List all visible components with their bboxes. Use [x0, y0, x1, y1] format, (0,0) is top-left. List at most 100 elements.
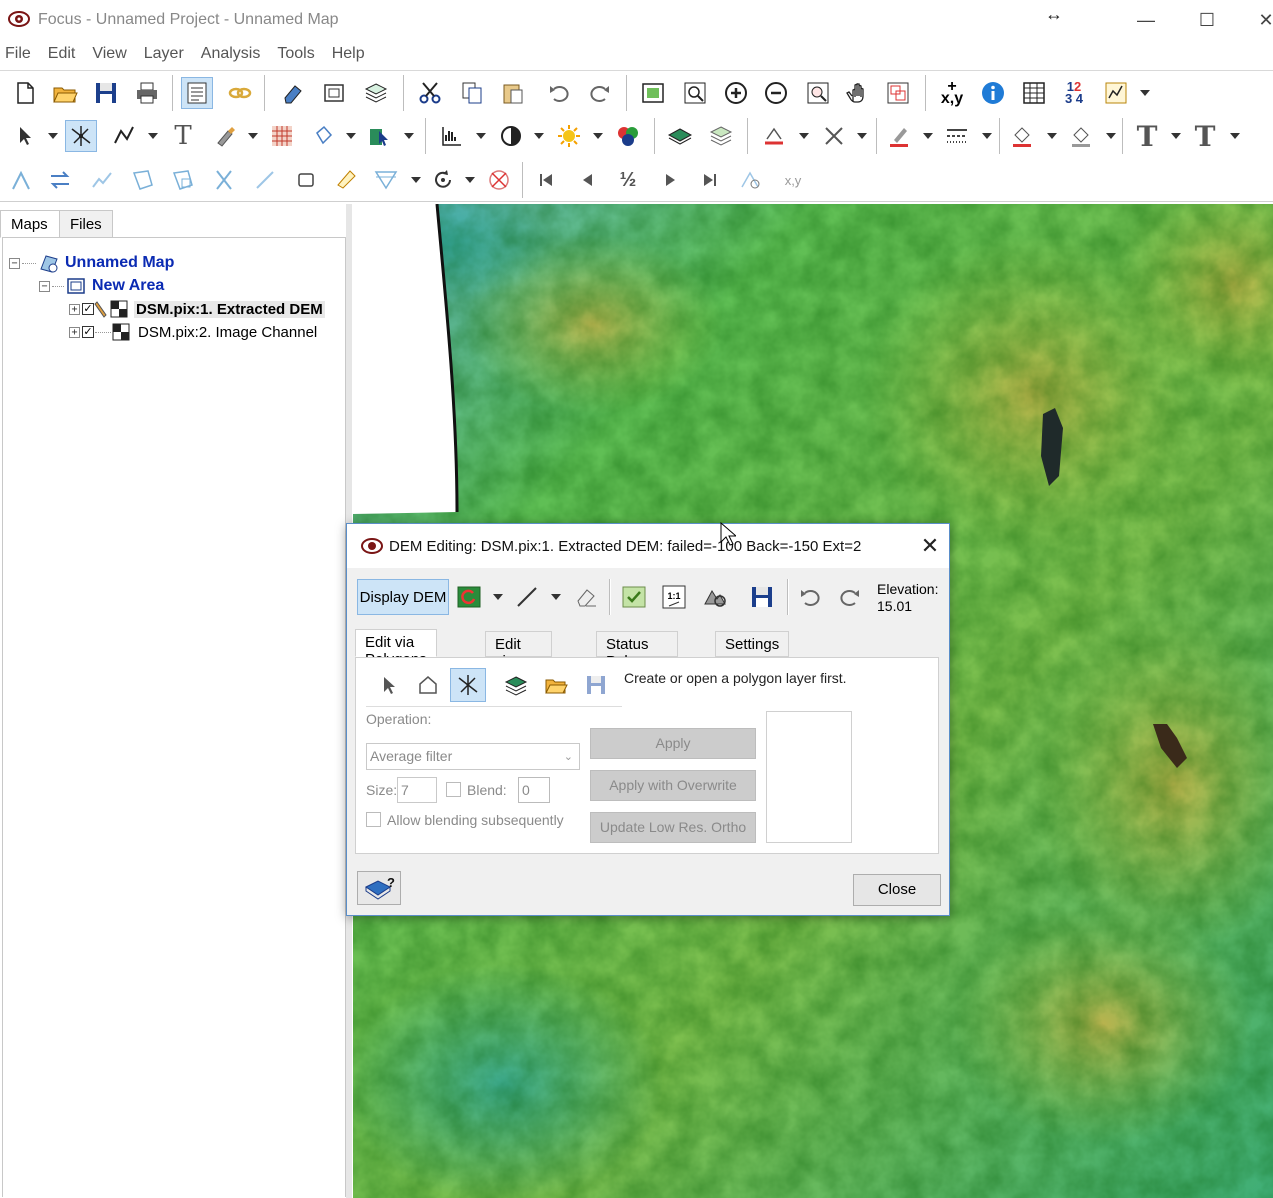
rectangle-icon[interactable] — [290, 164, 322, 196]
open-folder-icon[interactable] — [49, 77, 81, 109]
pen-color-icon[interactable] — [883, 120, 915, 152]
fill-color2-icon[interactable] — [1065, 120, 1097, 152]
contrast-dropdown[interactable] — [534, 133, 544, 139]
dialog-close-icon[interactable]: ✕ — [915, 532, 945, 560]
fill-dropdown[interactable] — [346, 133, 356, 139]
contrast-icon[interactable] — [495, 120, 527, 152]
link-icon[interactable] — [224, 77, 256, 109]
filter-icon[interactable] — [370, 164, 402, 196]
export-icon[interactable] — [364, 120, 396, 152]
one-to-one-icon[interactable]: 1:1 — [657, 579, 691, 615]
menu-file[interactable]: File — [2, 45, 34, 63]
zoom-in-icon[interactable] — [720, 77, 752, 109]
inspect-tool-icon[interactable] — [697, 579, 733, 615]
lasso-icon[interactable] — [330, 164, 362, 196]
vertex-remove-dropdown[interactable] — [857, 133, 867, 139]
collapse-icon[interactable]: − — [39, 280, 50, 292]
reshape-icon[interactable] — [127, 164, 159, 196]
info-icon[interactable] — [977, 77, 1009, 109]
apply-overwrite-button[interactable]: Apply with Overwrite — [590, 770, 756, 801]
text-style2-dropdown[interactable] — [1230, 133, 1240, 139]
prev-icon[interactable] — [572, 164, 604, 196]
undo-icon[interactable] — [543, 77, 575, 109]
line-tool-icon[interactable] — [249, 164, 281, 196]
rgb-icon[interactable] — [612, 120, 644, 152]
tree-node-map[interactable]: − Unnamed Map — [9, 252, 174, 274]
tab-edit-via-polygons[interactable]: Edit via Polygons — [355, 629, 437, 668]
pen-color-dropdown[interactable] — [923, 133, 933, 139]
menu-layer[interactable]: Layer — [141, 45, 187, 63]
zoom-out-icon[interactable] — [760, 77, 792, 109]
chart-dropdown[interactable] — [1140, 90, 1150, 96]
delete-shape-icon[interactable] — [483, 164, 515, 196]
menu-edit[interactable]: Edit — [45, 45, 79, 63]
allow-blending-checkbox[interactable] — [366, 812, 381, 827]
fill-color2-dropdown[interactable] — [1106, 133, 1116, 139]
collapse-icon[interactable]: − — [9, 257, 20, 269]
blend-field[interactable]: 0 — [518, 777, 550, 803]
eraser-tool-icon[interactable] — [569, 579, 603, 615]
vertex-remove-icon[interactable] — [818, 120, 850, 152]
select-dropdown[interactable] — [48, 133, 58, 139]
text-style2-icon[interactable]: T — [1189, 120, 1221, 153]
tree-layer-row[interactable]: + ✓ DSM.pix:1. Extracted DEM — [69, 298, 325, 320]
tab-files[interactable]: Files — [59, 210, 113, 238]
edit-vertex-icon[interactable] — [450, 668, 486, 702]
eraser-icon[interactable] — [277, 77, 309, 109]
vertex-add-dropdown[interactable] — [799, 133, 809, 139]
cut-icon[interactable] — [414, 77, 446, 109]
tab-status-polygons[interactable]: Status Polygons — [596, 631, 678, 670]
pan-icon[interactable] — [842, 77, 874, 109]
last-icon[interactable] — [694, 164, 726, 196]
zoom-layer-icon[interactable] — [802, 77, 834, 109]
export-dropdown[interactable] — [404, 133, 414, 139]
expand-icon[interactable]: + — [69, 326, 80, 338]
layer-visibility-checkbox[interactable]: ✓ — [82, 303, 94, 315]
open-layer-icon[interactable] — [538, 668, 574, 702]
undo-edit-icon[interactable] — [795, 579, 825, 615]
new-polygon-layer-icon[interactable] — [498, 668, 534, 702]
display-dem-button[interactable]: Display DEM — [357, 579, 449, 615]
layer-stack-icon[interactable] — [664, 120, 696, 152]
brush-dropdown[interactable] — [248, 133, 258, 139]
properties-icon[interactable] — [181, 77, 213, 109]
refresh-dem-icon[interactable] — [453, 579, 485, 615]
maximize-button[interactable]: ☐ — [1187, 6, 1227, 34]
text-icon[interactable]: T — [167, 120, 199, 152]
layer-visibility-checkbox[interactable]: ✓ — [82, 326, 94, 338]
menu-tools[interactable]: Tools — [274, 45, 317, 63]
polyline-icon[interactable] — [108, 120, 140, 152]
xy-tool-icon[interactable]: x,y — [777, 164, 809, 196]
print-icon[interactable] — [131, 77, 163, 109]
line-draw-icon[interactable] — [511, 579, 543, 615]
new-file-icon[interactable] — [9, 77, 41, 109]
menu-help[interactable]: Help — [329, 45, 368, 63]
tree-node-area[interactable]: − New Area — [39, 275, 164, 297]
save-edits-icon[interactable] — [745, 579, 779, 615]
select-arrow-icon[interactable] — [9, 120, 41, 152]
polygon-list[interactable] — [766, 711, 852, 843]
tab-maps[interactable]: Maps — [0, 210, 60, 238]
reshape2-icon[interactable] — [167, 164, 199, 196]
close-button[interactable]: Close — [853, 874, 941, 906]
polyline-dropdown[interactable] — [148, 133, 158, 139]
rotate-icon[interactable] — [427, 164, 459, 196]
fill-color-dropdown[interactable] — [1047, 133, 1057, 139]
fill-color-icon[interactable] — [1006, 120, 1038, 152]
update-ortho-button[interactable]: Update Low Res. Ortho — [590, 812, 756, 843]
grid-icon[interactable] — [266, 120, 298, 152]
overview-icon[interactable] — [882, 77, 914, 109]
redo-edit-icon[interactable] — [835, 579, 865, 615]
blend-checkbox[interactable] — [446, 782, 461, 797]
histogram-dropdown[interactable] — [476, 133, 486, 139]
tree-layer-row[interactable]: + ✓ DSM.pix:2. Image Channel — [69, 321, 317, 343]
layers-icon[interactable] — [360, 77, 392, 109]
zoom-window-icon[interactable] — [679, 77, 711, 109]
text-style-dropdown[interactable] — [1171, 133, 1181, 139]
swap-icon[interactable] — [44, 164, 76, 196]
text-style-icon[interactable]: T — [1131, 120, 1163, 153]
paste-icon[interactable] — [497, 77, 529, 109]
tab-settings[interactable]: Settings — [715, 631, 790, 657]
menu-analysis[interactable]: Analysis — [198, 45, 264, 63]
tab-edit-via-bitmap[interactable]: Edit via Bitmap — [485, 631, 552, 687]
